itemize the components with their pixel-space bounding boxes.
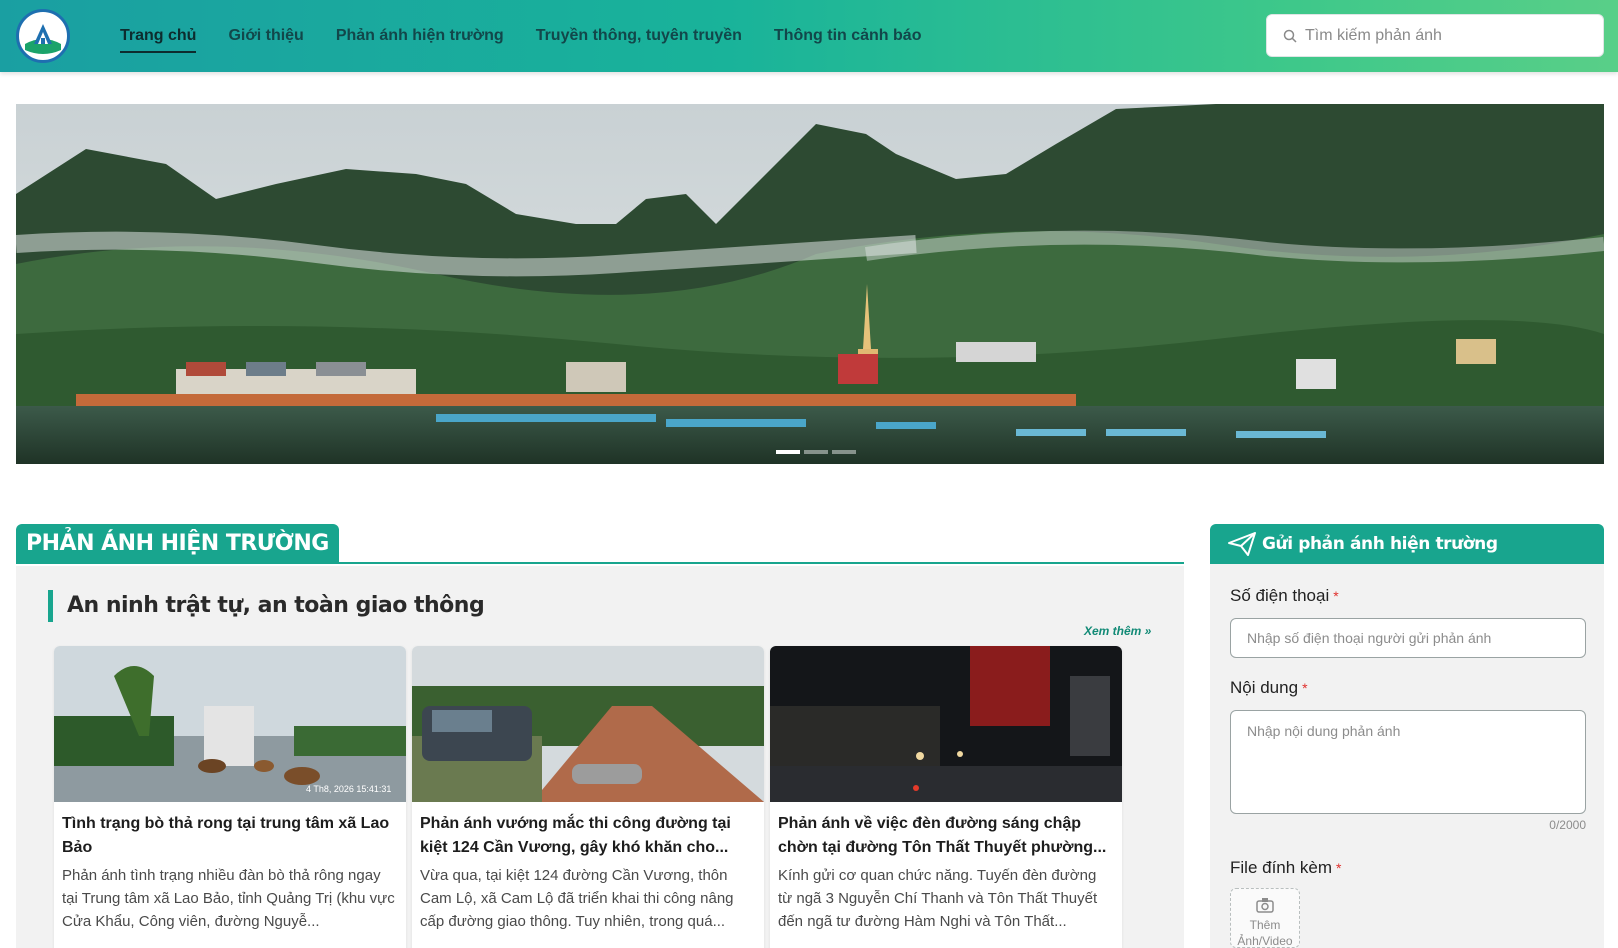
attachment-label-text: File đính kèm	[1230, 858, 1333, 877]
nav-item-home[interactable]: Trang chủ	[120, 21, 197, 53]
carousel-indicators	[776, 450, 856, 454]
attachment-label: File đính kèm *	[1230, 858, 1342, 878]
category-title: An ninh trật tự, an toàn giao thông	[48, 590, 485, 622]
upload-label: Thêm Ảnh/Video	[1237, 918, 1293, 948]
nav-item-field-reports[interactable]: Phản ánh hiện trường	[336, 21, 504, 51]
section-title: PHẢN ÁNH HIỆN TRƯỜNG	[16, 524, 339, 564]
character-counter: 0/2000	[1549, 818, 1586, 832]
report-card[interactable]: Phản ánh vướng mắc thi công đường tại ki…	[412, 646, 764, 948]
search-icon	[1283, 29, 1297, 43]
carousel-dot[interactable]	[832, 450, 856, 454]
content-label: Nội dung *	[1230, 678, 1308, 698]
section-header: PHẢN ÁNH HIỆN TRƯỜNG	[16, 524, 1184, 564]
content-textarea[interactable]	[1230, 710, 1586, 814]
required-marker: *	[1302, 680, 1308, 696]
site-header: Trang chủ Giới thiệu Phản ánh hiện trườn…	[0, 0, 1618, 72]
site-logo[interactable]	[16, 9, 70, 63]
report-thumbnail-road	[412, 646, 764, 802]
report-form: Số điện thoại* Nội dung* 0/2000 File đín…	[1210, 564, 1604, 948]
camera-icon	[1256, 898, 1274, 913]
upload-media-button[interactable]: Thêm Ảnh/Video	[1230, 888, 1300, 948]
send-icon	[1228, 532, 1256, 556]
report-card[interactable]: 4 Th8, 2026 15:41:31 Tình trạng bò thả r…	[54, 646, 406, 948]
report-card-title[interactable]: Phản ánh về việc đèn đường sáng chập chờ…	[770, 802, 1122, 860]
logo-emblem-icon	[22, 15, 64, 57]
phone-label-text: Số điện thoại	[1230, 586, 1330, 605]
main-nav: Trang chủ Giới thiệu Phản ánh hiện trườn…	[120, 0, 953, 72]
report-card-excerpt: Phản ánh tình trạng nhiều đàn bò thả rôn…	[62, 867, 395, 930]
required-marker: *	[1333, 588, 1339, 604]
required-marker: *	[1336, 860, 1342, 876]
report-form-title: Gửi phản ánh hiện trường	[1262, 534, 1498, 554]
report-thumbnail-street-night	[770, 646, 1122, 802]
see-more-link[interactable]: Xem thêm »	[1084, 624, 1151, 638]
nav-item-communication[interactable]: Truyền thông, tuyên truyền	[536, 21, 742, 51]
photo-timestamp: 4 Th8, 2026 15:41:31	[306, 784, 392, 794]
report-card-title[interactable]: Tình trạng bò thả rong tại trung tâm xã …	[54, 802, 406, 860]
search-input[interactable]	[1305, 26, 1585, 45]
phone-input[interactable]	[1230, 618, 1586, 658]
banner-landscape-image	[16, 104, 1604, 464]
carousel-dot[interactable]	[804, 450, 828, 454]
section-body: An ninh trật tự, an toàn giao thông Xem …	[16, 566, 1184, 948]
nav-item-about[interactable]: Giới thiệu	[228, 21, 303, 51]
content-label-text: Nội dung	[1230, 678, 1299, 697]
carousel-dot[interactable]	[776, 450, 800, 454]
report-card-title[interactable]: Phản ánh vướng mắc thi công đường tại ki…	[412, 802, 764, 860]
report-card[interactable]: Phản ánh về việc đèn đường sáng chập chờ…	[770, 646, 1122, 948]
report-card-excerpt: Vừa qua, tại kiệt 124 đường Cần Vương, t…	[420, 867, 734, 930]
report-card-excerpt: Kính gửi cơ quan chức năng. Tuyến đèn đư…	[778, 867, 1098, 930]
nav-item-alerts[interactable]: Thông tin cảnh báo	[774, 21, 922, 51]
search-box[interactable]	[1266, 14, 1604, 57]
hero-banner	[16, 104, 1604, 464]
report-form-header: Gửi phản ánh hiện trường	[1210, 524, 1604, 564]
phone-label: Số điện thoại *	[1230, 586, 1339, 606]
report-thumbnail-cows	[54, 646, 406, 802]
